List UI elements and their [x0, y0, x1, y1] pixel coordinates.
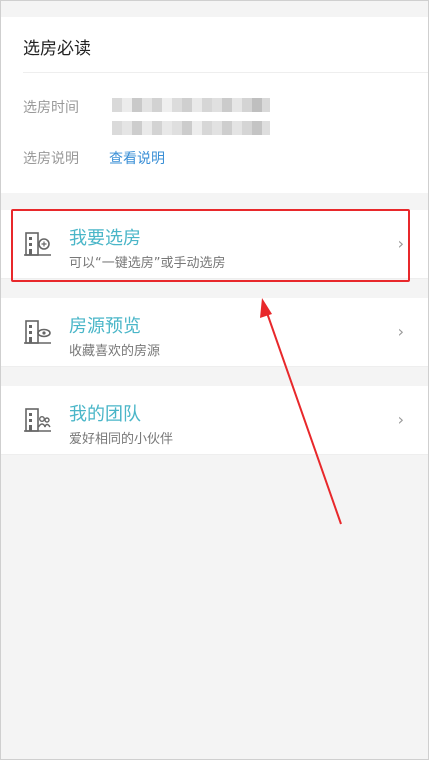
building-eye-icon	[24, 320, 51, 344]
notice-title: 选房必读	[23, 39, 91, 59]
menu-subtitle: 收藏喜欢的房源	[69, 344, 161, 359]
view-instructions-link[interactable]: 查看说明	[109, 148, 165, 168]
menu-subtitle: 爱好相同的小伙伴	[69, 432, 174, 447]
chevron-right-icon: ›	[397, 234, 404, 253]
chevron-right-icon: ›	[397, 322, 404, 341]
menu-item-select-room[interactable]: 我要选房 可以“一键选房”或手动选房 ›	[1, 210, 428, 279]
building-team-icon	[24, 408, 51, 432]
menu-title: 我的团队	[69, 404, 141, 425]
building-search-icon	[24, 232, 51, 256]
chevron-right-icon: ›	[397, 410, 404, 429]
notice-divider	[23, 72, 429, 73]
time-value-blurred	[112, 98, 270, 112]
menu-title: 我要选房	[69, 228, 141, 249]
time-label: 选房时间	[23, 100, 79, 116]
menu-item-team[interactable]: 我的团队 爱好相同的小伙伴 ›	[1, 386, 428, 455]
desc-label: 选房说明	[23, 151, 79, 167]
menu-title: 房源预览	[69, 316, 141, 337]
menu-item-preview[interactable]: 房源预览 收藏喜欢的房源 ›	[1, 298, 428, 367]
menu-subtitle: 可以“一键选房”或手动选房	[69, 256, 226, 271]
time-value-blurred-2	[112, 121, 270, 135]
